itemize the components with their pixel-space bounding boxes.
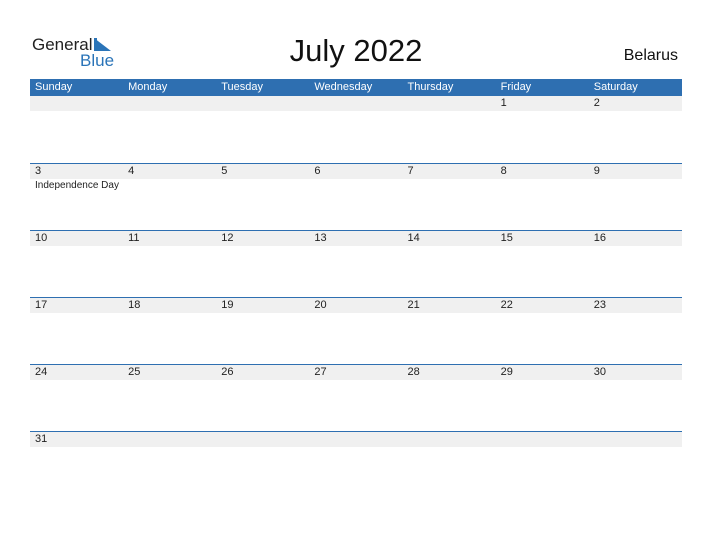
weekday-monday: Monday	[128, 81, 168, 93]
day-number: 24	[35, 366, 48, 378]
weekday-header: Sunday Monday Tuesday Wednesday Thursday Frid…	[30, 79, 682, 96]
day-cell[interactable]: 16	[589, 231, 682, 246]
day-number: 17	[35, 299, 48, 311]
day-number: 1	[500, 97, 507, 109]
day-cell[interactable]: 21	[403, 298, 496, 313]
day-cell[interactable]: 30	[589, 365, 682, 380]
weekday-saturday: Saturday	[593, 81, 638, 93]
week-row: 31	[30, 431, 682, 498]
day-cell[interactable]	[30, 96, 123, 111]
day-cell[interactable]: 31	[30, 432, 123, 447]
day-number: 19	[221, 299, 234, 311]
day-cell[interactable]: 6	[309, 164, 402, 193]
day-cell[interactable]	[123, 432, 216, 447]
day-number: 15	[500, 232, 513, 244]
day-cell[interactable]	[216, 432, 309, 447]
country-label: Belarus	[623, 47, 678, 64]
day-number: 21	[407, 299, 420, 311]
week-row: 17 18 19 20 21 22 23	[30, 297, 682, 364]
day-cell[interactable]: 2	[589, 96, 682, 111]
week-row: 10 11 12 13 14 15 16	[30, 230, 682, 297]
day-number: 18	[128, 299, 141, 311]
day-cell[interactable]: 18	[123, 298, 216, 313]
day-number: 23	[593, 299, 606, 311]
day-cell[interactable]	[403, 96, 496, 111]
page-title: July 2022	[289, 33, 423, 68]
day-cell[interactable]	[309, 96, 402, 111]
weekday-sunday: Sunday	[35, 81, 73, 93]
day-number: 12	[221, 232, 234, 244]
day-number: 27	[314, 366, 327, 378]
day-cell[interactable]: 27	[309, 365, 402, 380]
week-row: 12	[30, 96, 682, 163]
day-number: 6	[314, 165, 321, 177]
weekday-tuesday: Tuesday	[221, 81, 264, 93]
day-number: 7	[407, 165, 414, 177]
day-cell[interactable]	[123, 96, 216, 111]
day-cell[interactable]: 29	[496, 365, 589, 380]
day-cell[interactable]	[309, 432, 402, 447]
day-number: 5	[221, 165, 228, 177]
day-cell[interactable]: 20	[309, 298, 402, 313]
day-number: 28	[407, 366, 420, 378]
weekday-friday: Friday	[500, 81, 532, 93]
day-number: 25	[128, 366, 141, 378]
day-number: 8	[500, 165, 507, 177]
week-row: 3 Independence Day 4 5 6 7 8 9	[30, 163, 682, 230]
day-cell[interactable]: 12	[216, 231, 309, 246]
day-number: 22	[500, 299, 513, 311]
day-cell[interactable]: 22	[496, 298, 589, 313]
day-number: 4	[128, 165, 135, 177]
day-cell[interactable]: 9	[589, 164, 682, 193]
day-cell[interactable]: 28	[403, 365, 496, 380]
day-number: 29	[500, 366, 513, 378]
day-cell[interactable]: 7	[403, 164, 496, 193]
day-cell[interactable]: 13	[309, 231, 402, 246]
day-cell[interactable]: 4	[123, 164, 216, 193]
day-cell[interactable]	[496, 432, 589, 447]
day-cell[interactable]: 3 Independence Day	[30, 164, 123, 193]
day-cell[interactable]: 5	[216, 164, 309, 193]
day-number: 31	[35, 433, 48, 445]
weekday-wednesday: Wednesday	[314, 81, 373, 93]
day-number: 16	[593, 232, 606, 244]
holiday-label: Independence Day	[35, 180, 119, 191]
day-cell[interactable]	[589, 432, 682, 447]
day-cell[interactable]: 10	[30, 231, 123, 246]
day-number: 2	[593, 97, 600, 109]
weekday-thursday: Thursday	[407, 81, 454, 93]
day-number: 11	[128, 232, 140, 244]
day-number: 3	[35, 165, 42, 177]
day-cell[interactable]: 24	[30, 365, 123, 380]
calendar-grid: Sunday Monday Tuesday Wednesday Thursday Frid…	[30, 79, 682, 498]
day-cell[interactable]: 11	[123, 231, 216, 246]
day-cell[interactable]: 23	[589, 298, 682, 313]
day-cell[interactable]	[403, 432, 496, 447]
day-cell[interactable]: 25	[123, 365, 216, 380]
day-number: 13	[314, 232, 327, 244]
day-cell[interactable]: 15	[496, 231, 589, 246]
day-number: 10	[35, 232, 48, 244]
day-number: 26	[221, 366, 234, 378]
day-cell[interactable]: 8	[496, 164, 589, 193]
day-number: 20	[314, 299, 327, 311]
day-cell[interactable]	[216, 96, 309, 111]
day-cell[interactable]: 19	[216, 298, 309, 313]
day-number: 9	[593, 165, 600, 177]
day-number: 14	[407, 232, 420, 244]
week-row: 24 25 26 27 28 29 30	[30, 364, 682, 431]
day-number: 30	[593, 366, 606, 378]
day-cell[interactable]: 1	[496, 96, 589, 111]
day-cell[interactable]: 14	[403, 231, 496, 246]
day-cell[interactable]: 17	[30, 298, 123, 313]
day-cell[interactable]: 26	[216, 365, 309, 380]
